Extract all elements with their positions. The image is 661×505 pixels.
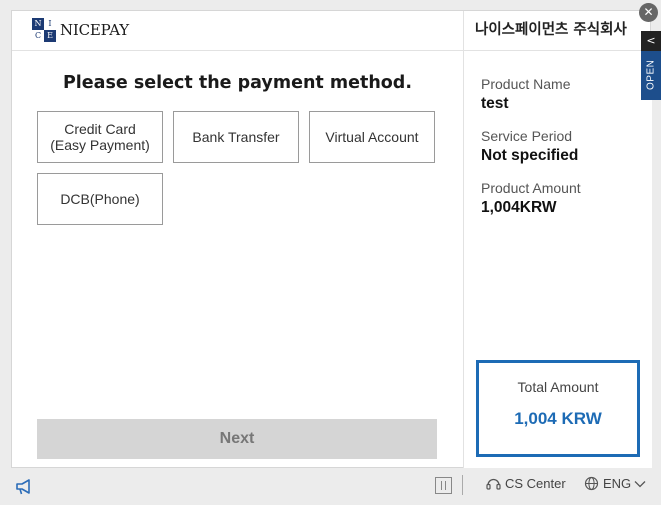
order-summary-panel: Product Name test Service Period Not spe… xyxy=(463,51,652,468)
product-name-value: test xyxy=(481,95,509,112)
cs-center-link[interactable]: CS Center xyxy=(486,476,566,491)
logo-mark-letter: N xyxy=(34,19,42,28)
credit-card-button[interactable]: Credit Card (Easy Payment) xyxy=(37,111,163,163)
logo-mark-letter: I xyxy=(44,18,56,30)
header-logo-area: N I C E NICEPAY xyxy=(12,11,463,51)
language-label: ENG xyxy=(603,476,632,491)
footer-divider xyxy=(462,475,463,495)
open-tab-label: OPEN xyxy=(645,59,657,91)
nicepay-logo-mark: N I C E xyxy=(32,18,56,42)
cs-center-label: CS Center xyxy=(505,476,566,491)
total-amount-box: Total Amount 1,004 KRW xyxy=(476,360,640,457)
merchant-name: 나이스페이먼츠 주식회사 xyxy=(463,11,652,51)
logo-text: NICEPAY xyxy=(60,21,129,39)
chevron-down-icon xyxy=(634,480,646,487)
service-period-value: Not specified xyxy=(481,147,579,164)
footer-bar: CS Center ENG xyxy=(0,470,661,505)
service-period-label: Service Period xyxy=(481,128,573,144)
headset-icon xyxy=(486,478,501,490)
total-amount-value: 1,004 KRW xyxy=(514,409,602,428)
page-title: Please select the payment method. xyxy=(62,73,412,93)
next-button[interactable]: Next xyxy=(37,419,437,459)
payment-window: N I C E NICEPAY 나이스페이먼츠 주식회사 Please sele… xyxy=(11,10,652,468)
dcb-phone-button[interactable]: DCB(Phone) xyxy=(37,173,163,225)
product-name-label: Product Name xyxy=(481,76,571,92)
total-amount-label: Total Amount xyxy=(517,379,599,395)
product-amount-value: 1,004KRW xyxy=(481,199,557,216)
open-side-tab[interactable]: < OPEN xyxy=(641,31,661,100)
close-icon[interactable]: ✕ xyxy=(639,3,658,22)
product-amount-label: Product Amount xyxy=(481,180,581,196)
chevron-left-icon: < xyxy=(641,31,661,51)
nicepay-logo: N I C E NICEPAY xyxy=(32,18,129,42)
virtual-account-button[interactable]: Virtual Account xyxy=(309,111,435,163)
language-selector[interactable]: ENG xyxy=(584,476,646,491)
megaphone-icon[interactable] xyxy=(15,479,33,495)
logo-mark-letter: C xyxy=(32,30,44,42)
globe-icon xyxy=(584,476,599,491)
panel-toggle-icon[interactable] xyxy=(435,477,452,494)
logo-mark-letter: E xyxy=(47,31,53,40)
bank-transfer-button[interactable]: Bank Transfer xyxy=(173,111,299,163)
